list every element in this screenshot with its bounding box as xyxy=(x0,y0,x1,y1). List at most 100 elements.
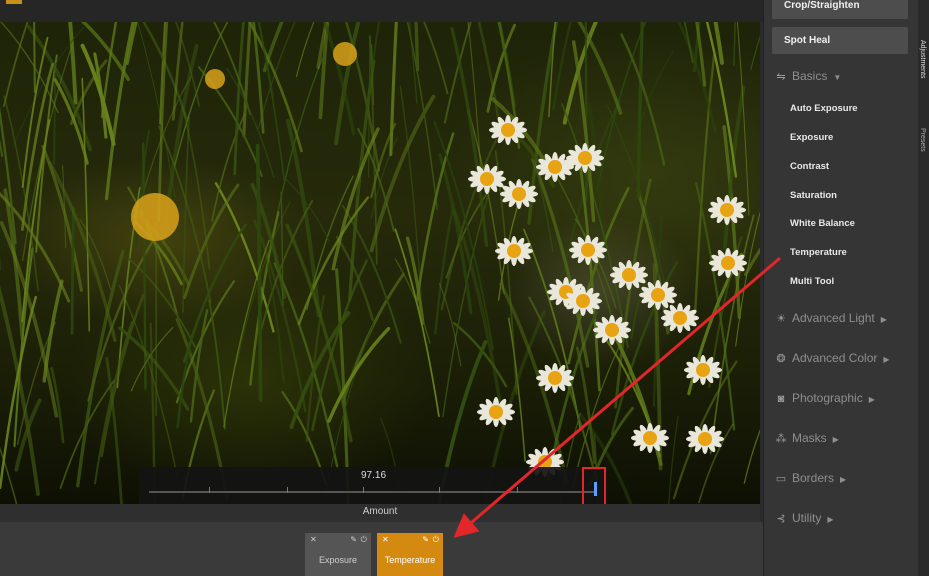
section-photographic[interactable]: ◙ Photographic ▶ xyxy=(772,388,912,408)
amount-slider[interactable]: 97.16 xyxy=(139,467,608,504)
pin-icon[interactable]: ✎ xyxy=(350,535,357,544)
grass-blade xyxy=(183,183,240,300)
crop-straighten-button[interactable]: Crop/Straighten xyxy=(772,0,908,19)
section-utility[interactable]: ⊰ Utility ▶ xyxy=(772,508,912,528)
tab-presets[interactable]: Presets xyxy=(919,128,926,152)
chevron-right-icon: ▶ xyxy=(868,395,875,404)
grass-blade xyxy=(70,206,75,335)
daisy-flower xyxy=(631,423,669,453)
photo-image xyxy=(0,22,760,504)
grass-blade xyxy=(548,22,557,118)
power-icon[interactable]: ⏻ xyxy=(361,535,367,545)
grass-blade xyxy=(736,22,750,216)
grass-blade xyxy=(399,85,422,300)
section-label: Advanced Light xyxy=(792,311,875,325)
spot-heal-button[interactable]: Spot Heal xyxy=(772,27,908,54)
section-label: Utility xyxy=(792,511,822,525)
tab-adjustments[interactable]: Adjustments xyxy=(919,40,926,79)
photo-canvas[interactable] xyxy=(0,22,760,504)
app-logo-icon xyxy=(6,0,22,4)
mask-icon: ⁂ xyxy=(775,433,787,445)
grass-blade xyxy=(369,94,436,253)
remove-filter-icon[interactable]: ✕ xyxy=(382,535,389,544)
top-bar xyxy=(0,0,763,22)
grass-blade xyxy=(705,22,738,178)
section-label: Advanced Color xyxy=(792,351,878,365)
grass-blade xyxy=(683,22,694,64)
tool-temperature[interactable]: Temperature xyxy=(790,246,847,260)
filter-strip: ✕ ✎ ⏻ Exposure ✕ ✎ ⏻ Temperature xyxy=(0,522,763,576)
border-icon: ▭ xyxy=(775,473,787,485)
grass-blade xyxy=(3,22,29,107)
grass-blade xyxy=(636,22,644,199)
tool-multi-tool[interactable]: Multi Tool xyxy=(790,275,834,289)
grass-blade xyxy=(408,22,418,104)
chevron-right-icon: ▶ xyxy=(827,515,834,524)
sliders-icon: ⇋ xyxy=(776,71,786,83)
slider-tick xyxy=(209,487,210,493)
sun-icon: ☀ xyxy=(776,313,786,325)
filter-card-exposure[interactable]: ✕ ✎ ⏻ Exposure xyxy=(305,533,371,576)
tool-white-balance[interactable]: White Balance xyxy=(790,217,855,231)
filter-card-label: Exposure xyxy=(318,555,358,565)
grass-blade xyxy=(48,161,117,342)
tool-contrast[interactable]: Contrast xyxy=(790,160,829,174)
chevron-right-icon: ▶ xyxy=(840,475,847,484)
grass-blade xyxy=(348,59,376,302)
utility-icon: ⊰ xyxy=(776,513,786,525)
daisy-flower xyxy=(569,235,607,265)
slider-value: 97.16 xyxy=(360,470,387,481)
section-label: Masks xyxy=(792,431,827,445)
section-label: Borders xyxy=(792,471,835,485)
camera-icon: ◙ xyxy=(777,393,785,405)
adjustments-panel: Crop/Straighten Spot Heal ⇋ Basics ▼ Auto … xyxy=(763,0,918,576)
grass-blade xyxy=(208,299,226,430)
power-icon[interactable]: ⏻ xyxy=(433,535,439,545)
grass-blade xyxy=(743,428,760,484)
chevron-right-icon: ▶ xyxy=(883,355,890,364)
chevron-down-icon: ▼ xyxy=(833,73,842,82)
grass-blade xyxy=(394,228,440,418)
yellow-flower xyxy=(131,193,179,241)
filter-card-label: Temperature xyxy=(384,555,436,565)
grass-blade xyxy=(3,188,25,341)
grass-blade xyxy=(438,153,473,315)
grass-blade xyxy=(750,34,760,70)
grass-blade xyxy=(389,22,398,157)
section-label: Photographic xyxy=(792,391,863,405)
chevron-right-icon: ▶ xyxy=(832,435,839,444)
yellow-flower xyxy=(205,69,225,89)
tool-exposure[interactable]: Exposure xyxy=(790,131,833,145)
slider-tick xyxy=(517,487,518,493)
filter-card-temperature[interactable]: ✕ ✎ ⏻ Temperature xyxy=(377,533,443,576)
tool-saturation[interactable]: Saturation xyxy=(790,189,837,203)
grass-blade xyxy=(81,77,91,332)
section-basics[interactable]: ⇋ Basics ▼ xyxy=(772,66,912,86)
slider-track[interactable] xyxy=(149,491,596,493)
section-borders[interactable]: ▭ Borders ▶ xyxy=(772,468,912,488)
yellow-flower xyxy=(333,42,357,66)
grass-blade xyxy=(311,259,368,431)
grass-blade xyxy=(53,72,57,166)
section-masks[interactable]: ⁂ Masks ▶ xyxy=(772,428,912,448)
slider-label: Amount xyxy=(0,504,760,522)
chevron-right-icon: ▶ xyxy=(880,315,887,324)
daisy-flower xyxy=(708,195,746,225)
remove-filter-icon[interactable]: ✕ xyxy=(310,535,317,544)
grass-blade xyxy=(0,22,59,114)
section-advanced-light[interactable]: ☀ Advanced Light ▶ xyxy=(772,308,912,328)
slider-highlight-box xyxy=(582,467,606,506)
section-advanced-color[interactable]: ❂ Advanced Color ▶ xyxy=(772,348,912,368)
slider-tick xyxy=(287,487,288,493)
daisy-flower xyxy=(495,236,533,266)
tool-auto-exposure[interactable]: Auto Exposure xyxy=(790,102,858,116)
slider-tick xyxy=(439,487,440,493)
color-circles-icon: ❂ xyxy=(776,353,786,365)
grass-blade xyxy=(577,154,601,392)
daisy-flower xyxy=(684,355,722,385)
grass-blade xyxy=(42,279,64,383)
grass-blade xyxy=(394,258,431,344)
pin-icon[interactable]: ✎ xyxy=(422,535,429,544)
grass-blade xyxy=(79,218,112,290)
section-label: Basics xyxy=(792,69,828,83)
